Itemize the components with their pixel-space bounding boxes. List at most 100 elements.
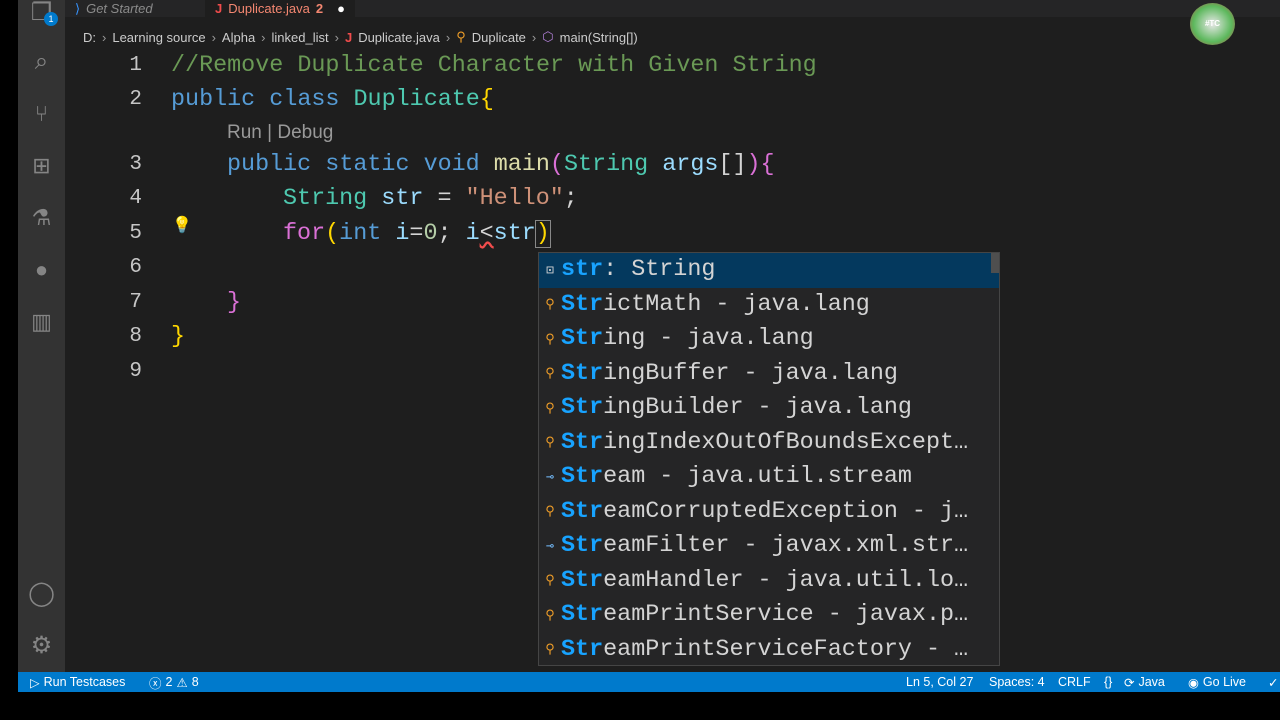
line-ending[interactable]: CRLF [1058,672,1091,692]
braces-icon[interactable]: {} [1104,672,1112,692]
token: Duplicate [353,87,480,113]
language-mode[interactable]: ⟳ Java [1124,672,1165,692]
interface-icon: ⊸ [546,538,554,554]
suggestion-item[interactable]: ⚲ Str ingIndexOutOfBoundsExcept… [539,426,999,461]
suggestion-match: Str [561,533,604,560]
code-line-8[interactable]: } [171,320,185,355]
check-icon[interactable]: ✓ [1268,672,1278,692]
error-icon: ⓧ [149,676,162,691]
crumb-class[interactable]: Duplicate [472,30,526,45]
explorer-icon[interactable]: ❐ 1 [18,0,65,32]
error-count: 2 [165,675,173,689]
suggestion-match: Str [561,291,604,318]
java-icon: J [344,29,353,45]
line-number: 2 [129,88,142,111]
autocomplete-suggestions[interactable]: ⊡ str : String ⚲ Str ictMath - java.lang ⚲ S… [538,252,1000,666]
class-icon: ⚲ [545,297,555,313]
code-line-2[interactable]: public class Duplicate{ [171,83,494,118]
problems-button[interactable]: ⓧ 2 ⚠ 8 [149,672,199,692]
crumb-folder[interactable]: Alpha [222,30,255,45]
token: public [171,87,256,113]
indentation[interactable]: Spaces: 4 [989,672,1045,692]
play-icon: ▷ [30,675,40,690]
unsaved-dot-icon[interactable]: ● [337,1,345,16]
line-number: 3 [129,153,142,176]
interface-icon: ⊸ [546,469,554,485]
cursor-position[interactable]: Ln 5, Col 27 [906,672,973,692]
codelens-run-debug[interactable]: Run | Debug [227,122,333,144]
run-testcases-button[interactable]: ▷ Run Testcases [30,672,125,692]
suggestions-scrollbar[interactable] [991,253,999,273]
testing-icon[interactable]: ⚗ [18,198,65,238]
line-number: 1 [129,54,142,77]
token: String [283,186,368,212]
suggestion-item[interactable]: ⚲ Str ingBuilder - java.lang [539,391,999,426]
token: String [563,152,649,178]
code-line-4[interactable]: String str = "Hello"; [283,182,578,217]
crumb-file[interactable]: Duplicate.java [358,30,440,45]
line-number: 4 [129,187,142,210]
suggestion-item[interactable]: ⚲ Str eamHandler - java.util.lo… [539,564,999,599]
suggestion-match: Str [561,360,604,387]
suggestion-item[interactable]: ⚲ Str eamPrintServiceFactory - … [539,633,999,666]
activity-bar: ❐ 1 ⌕ ⑂ ⊞ ⚗ ● ▥ ◯ ⚙ [18,0,65,672]
extensions-icon[interactable]: ⊞ [18,146,65,186]
class-icon: ⚲ [545,435,555,451]
tab-duplicate-java[interactable]: J Duplicate.java 2 ● [205,0,355,17]
line-number: 7 [129,291,142,314]
settings-gear-icon[interactable]: ⚙ [18,625,65,665]
token: ; [563,186,578,212]
suggestion-item[interactable]: ⊸ Str eam - java.util.stream [539,460,999,495]
suggestion-detail: ingBuffer - java.lang [603,360,898,387]
go-live-button[interactable]: ◉ Go Live [1188,672,1246,692]
tab-get-started[interactable]: ⟩ Get Started [65,0,205,17]
suggestion-detail: ingBuilder - java.lang [603,395,912,422]
crumb-method[interactable]: main(String[]) [560,30,638,45]
class-icon: ⚲ [545,331,555,347]
search-icon[interactable]: ⌕ [18,42,65,82]
suggestion-match: Str [561,464,604,491]
tab-bar: ⟩ Get Started J Duplicate.java 2 ● [65,0,1280,17]
token: = [409,221,424,247]
token: for [283,221,326,247]
code-line-5[interactable]: for(int i=0; i<str) [283,217,551,252]
suggestion-detail: : String [603,257,716,284]
token: void [423,152,480,178]
suggestion-match: Str [561,429,604,456]
code-line-3[interactable]: public static void main(String args[]){ [227,148,775,183]
suggestion-item[interactable]: ⚲ Str eamCorruptedException - j… [539,495,999,530]
token: ; [437,221,466,247]
account-icon[interactable]: ◯ [18,573,65,613]
token: 0 [423,221,438,247]
line-number: 8 [129,325,142,348]
crumb-folder[interactable]: Learning source [112,30,205,45]
source-control-icon[interactable]: ⑂ [18,94,65,134]
class-icon: ⚲ [545,642,555,658]
suggestion-detail: ictMath - java.lang [603,291,870,318]
suggestion-item[interactable]: ⊸ Str eamFilter - javax.xml.str… [539,529,999,564]
code-line-7[interactable]: } [227,286,241,321]
github-icon[interactable]: ● [18,250,65,290]
broadcast-icon: ◉ [1188,675,1199,690]
class-icon: ⚲ [545,573,555,589]
suggestion-item[interactable]: ⊡ str : String [539,253,999,288]
explorer-badge: 1 [44,12,58,26]
token: class [269,87,340,113]
suggestion-detail: eamPrintService - javax.p… [603,602,969,629]
suggestion-item[interactable]: ⚲ Str ictMath - java.lang [539,288,999,323]
suggestion-match: str [561,257,604,284]
lightbulb-icon[interactable]: 💡 [172,215,192,235]
warning-count: 8 [191,675,199,689]
method-icon: ⬡ [542,29,554,44]
crumb-folder[interactable]: linked_list [272,30,329,45]
suggestion-match: Str [561,498,604,525]
chart-icon[interactable]: ▥ [18,302,65,342]
suggestion-item[interactable]: ⚲ Str ing - java.lang [539,322,999,357]
suggestion-item[interactable]: ⚲ Str eamPrintService - javax.p… [539,598,999,633]
run-label: Run Testcases [43,675,126,689]
token: [] [718,152,747,178]
tech-coder-logo: #TC [1190,3,1235,45]
suggestion-item[interactable]: ⚲ Str ingBuffer - java.lang [539,357,999,392]
code-line-1[interactable]: //Remove Duplicate Character with Given … [171,49,817,84]
crumb-drive[interactable]: D: [83,30,96,45]
